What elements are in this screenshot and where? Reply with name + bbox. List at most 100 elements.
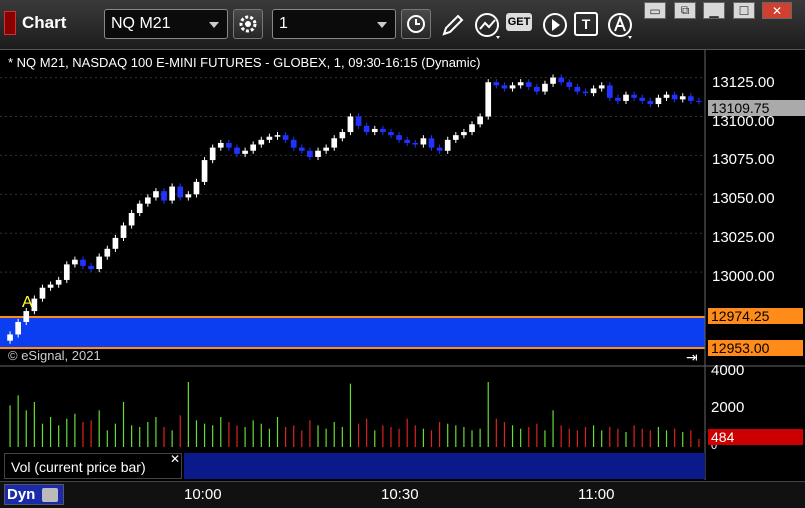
- candle-body: [655, 97, 662, 105]
- candle-body: [226, 142, 232, 148]
- candle-body: [485, 82, 492, 117]
- candle-body: [144, 197, 151, 204]
- candle-body: [566, 82, 573, 87]
- dynamic-mode-button[interactable]: Dyn: [4, 484, 64, 505]
- candle-body: [534, 86, 540, 92]
- time-tick: 10:30: [381, 486, 419, 503]
- candle-body: [574, 86, 581, 92]
- candle-body: [258, 139, 265, 145]
- candle-body: [80, 259, 86, 266]
- candle-body: [234, 147, 240, 154]
- volume-tick: 4000: [711, 362, 745, 379]
- candle-body: [315, 150, 321, 157]
- candle-body: [63, 264, 70, 280]
- candle-body: [347, 116, 354, 133]
- candle-body: [193, 181, 200, 195]
- time-tick: 11:00: [578, 486, 615, 503]
- chart-canvas[interactable]: [0, 0, 805, 507]
- time-tick: 10:00: [184, 486, 222, 503]
- candle-body: [380, 128, 386, 133]
- chart-header: * NQ M21, NASDAQ 100 E-MINI FUTURES - GL…: [8, 55, 481, 70]
- range-high-tag: 12974.25: [708, 308, 803, 324]
- candle-body: [120, 225, 127, 238]
- candle-body: [72, 259, 78, 265]
- candle-body: [39, 287, 46, 299]
- candle-body: [47, 284, 54, 288]
- candle-body: [615, 97, 621, 101]
- candle-body: [452, 135, 459, 140]
- candle-body: [185, 194, 192, 198]
- range-low-tag: 12953.00: [708, 340, 803, 356]
- volume-tick: 2000: [711, 399, 745, 416]
- price-tick: 13050.00: [712, 190, 775, 207]
- candle-body: [696, 100, 702, 102]
- candle-body: [631, 94, 637, 98]
- candle-body: [282, 135, 289, 140]
- candle-body: [623, 94, 629, 101]
- candle-body: [298, 147, 305, 151]
- candle-body: [461, 132, 467, 136]
- candle-body: [396, 135, 402, 140]
- candle-body: [307, 150, 313, 157]
- candle-body: [23, 311, 30, 322]
- candle-body: [550, 77, 556, 84]
- candle-body: [55, 279, 62, 285]
- candle-body: [663, 94, 670, 98]
- volume-study-label[interactable]: Vol (current price bar): [4, 453, 182, 479]
- candle-body: [388, 132, 394, 136]
- candle-body: [542, 83, 548, 92]
- price-tick: 13100.00: [712, 113, 775, 130]
- volume-legend-bar: [184, 453, 705, 479]
- candle-body: [598, 85, 605, 89]
- candle-body: [153, 191, 159, 198]
- candle-body: [469, 124, 475, 133]
- candle-body: [266, 136, 273, 140]
- candle-body: [501, 85, 508, 89]
- lock-icon: [41, 488, 58, 503]
- candle-body: [217, 142, 224, 148]
- candle-body: [250, 144, 257, 151]
- price-tick: 13025.00: [712, 229, 775, 246]
- candle-body: [444, 139, 451, 151]
- candle-body: [96, 256, 103, 270]
- candle-body: [290, 139, 297, 148]
- price-tick: 13075.00: [712, 151, 775, 168]
- status-bar: Dyn 10:00 10:30 11:00: [0, 481, 805, 508]
- candle-body: [161, 191, 167, 201]
- candle-body: [88, 265, 94, 270]
- candle-body: [582, 91, 589, 94]
- candle-body: [517, 82, 524, 86]
- candle-body: [209, 147, 216, 161]
- candle-body: [477, 116, 483, 125]
- candle-body: [428, 138, 435, 148]
- candle-body: [647, 100, 654, 105]
- candle-body: [671, 94, 678, 100]
- volume-study-name: Vol (current price bar): [11, 459, 146, 475]
- dynamic-mode-label: Dyn: [7, 486, 36, 503]
- candle-body: [201, 160, 208, 182]
- price-tick: 13000.00: [712, 268, 775, 285]
- price-tick: 13125.00: [712, 74, 775, 91]
- candle-body: [104, 248, 111, 257]
- copyright-label: © eSignal, 2021: [8, 348, 101, 363]
- scroll-to-end-icon[interactable]: ⇥: [686, 349, 698, 366]
- candle-body: [404, 139, 411, 143]
- candle-body: [242, 150, 248, 154]
- candle-body: [420, 138, 427, 145]
- candle-body: [355, 116, 362, 126]
- candle-body: [493, 82, 500, 86]
- candle-body: [688, 96, 694, 101]
- candle-body: [15, 321, 21, 335]
- candle-body: [639, 97, 646, 101]
- candle-body: [128, 213, 135, 226]
- candle-body: [525, 82, 532, 87]
- candle-body: [679, 96, 686, 100]
- marker-a: A: [22, 294, 33, 311]
- candle-body: [339, 132, 346, 139]
- candle-body: [412, 142, 419, 145]
- candle-body: [323, 147, 329, 151]
- candle-body: [274, 135, 281, 137]
- close-study-icon[interactable]: ✕: [170, 452, 180, 466]
- candle-body: [136, 203, 143, 214]
- last-volume-tag: 484: [708, 429, 803, 445]
